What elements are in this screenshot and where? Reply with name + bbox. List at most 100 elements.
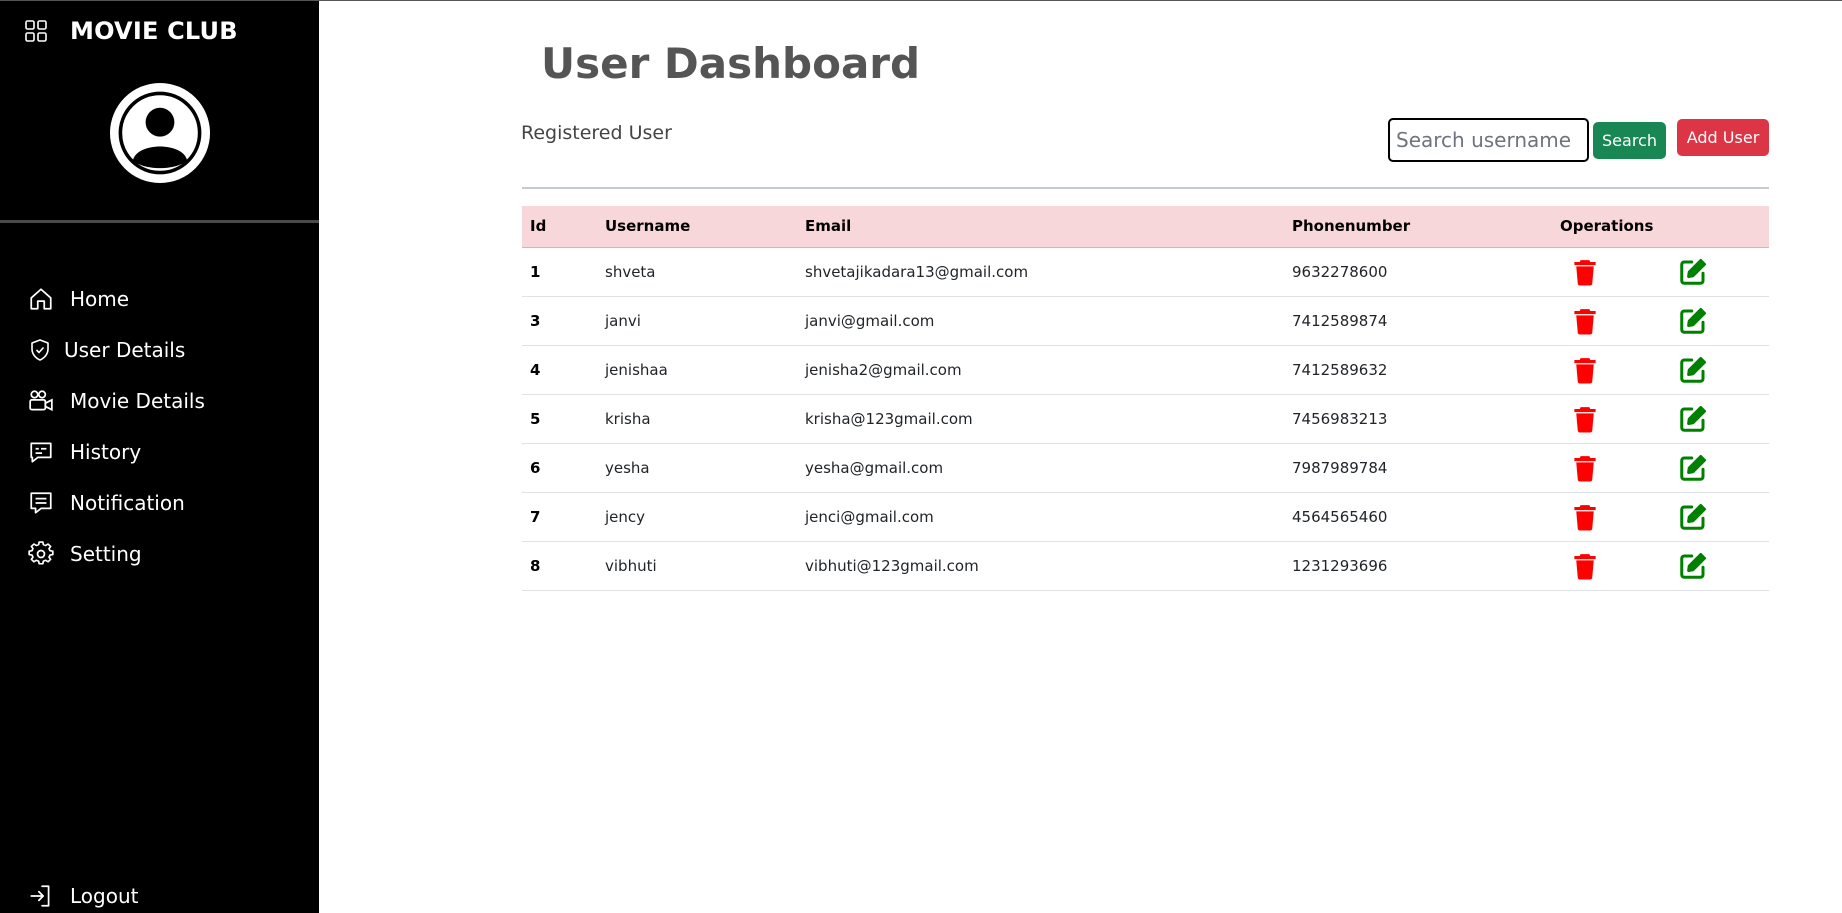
trash-icon[interactable] [1570, 306, 1600, 336]
cell-email: janvi@gmail.com [797, 296, 1284, 346]
cell-email: shvetajikadara13@gmail.com [797, 247, 1284, 297]
cell-id: 7 [522, 492, 597, 542]
sidebar: MOVIE CLUB Home User Details Movie Detai… [0, 1, 319, 913]
cell-id: 8 [522, 541, 597, 591]
cell-phone: 7412589632 [1284, 345, 1552, 395]
column-header-id: Id [522, 206, 597, 248]
trash-icon[interactable] [1570, 355, 1600, 385]
brand-title: MOVIE CLUB [70, 17, 238, 45]
cell-edit [1664, 443, 1769, 493]
column-header-operations: Operations [1552, 206, 1664, 248]
cell-username: janvi [597, 296, 797, 346]
cell-delete [1552, 492, 1664, 542]
cell-username: jency [597, 492, 797, 542]
edit-icon[interactable] [1678, 355, 1708, 385]
table-body: 1 shveta shvetajikadara13@gmail.com 9632278… [522, 247, 1769, 591]
cell-username: jenishaa [597, 345, 797, 395]
sidebar-item-label: Setting [70, 542, 142, 566]
trash-icon[interactable] [1570, 453, 1600, 483]
table-row: 7 jency jenci@gmail.com 4564565460 [522, 492, 1769, 542]
trash-icon[interactable] [1570, 502, 1600, 532]
edit-icon[interactable] [1678, 453, 1708, 483]
cell-edit [1664, 492, 1769, 542]
cell-id: 6 [522, 443, 597, 493]
cell-edit [1664, 394, 1769, 444]
edit-icon[interactable] [1678, 257, 1708, 287]
cell-phone: 9632278600 [1284, 247, 1552, 297]
cell-delete [1552, 345, 1664, 395]
cell-username: vibhuti [597, 541, 797, 591]
cell-username: krisha [597, 394, 797, 444]
table-header-row: Id Username Email Phonenumber Operations [522, 206, 1769, 248]
cell-email: vibhuti@123gmail.com [797, 541, 1284, 591]
edit-icon[interactable] [1678, 502, 1708, 532]
search-button[interactable]: Search [1593, 122, 1666, 159]
cell-edit [1664, 296, 1769, 346]
cell-edit [1664, 541, 1769, 591]
sidebar-item-label: Home [70, 287, 130, 311]
section-subtitle: Registered User [521, 122, 672, 144]
camera-reels-icon [29, 390, 53, 412]
cell-email: yesha@gmail.com [797, 443, 1284, 493]
trash-icon[interactable] [1570, 257, 1600, 287]
trash-icon[interactable] [1570, 551, 1600, 581]
cell-id: 4 [522, 345, 597, 395]
sidebar-item-label: Notification [70, 491, 185, 515]
add-user-button[interactable]: Add User [1677, 119, 1769, 156]
table-row: 4 jenishaa jenisha2@gmail.com 7412589632 [522, 345, 1769, 395]
table-row: 5 krisha krisha@123gmail.com 7456983213 [522, 394, 1769, 444]
table-row: 1 shveta shvetajikadara13@gmail.com 9632278… [522, 247, 1769, 297]
trash-icon[interactable] [1570, 404, 1600, 434]
table-row: 8 vibhuti vibhuti@123gmail.com 1231293696 [522, 541, 1769, 591]
sidebar-item-setting[interactable]: Setting [28, 537, 142, 571]
sidebar-item-label: History [70, 440, 142, 464]
cell-delete [1552, 541, 1664, 591]
sidebar-item-home[interactable]: Home [28, 282, 129, 316]
cell-phone: 7412589874 [1284, 296, 1552, 346]
gear-icon [28, 541, 54, 565]
cell-email: krisha@123gmail.com [797, 394, 1284, 444]
logout-label: Logout [70, 884, 139, 908]
sidebar-item-notification[interactable]: Notification [28, 486, 185, 520]
user-circle-icon [118, 91, 202, 175]
cell-delete [1552, 443, 1664, 493]
cell-edit [1664, 345, 1769, 395]
logout-icon [30, 885, 50, 907]
brand[interactable]: MOVIE CLUB [24, 17, 238, 45]
table-row: 3 janvi janvi@gmail.com 7412589874 [522, 296, 1769, 346]
home-icon [30, 288, 52, 310]
cell-email: jenisha2@gmail.com [797, 345, 1284, 395]
cell-id: 3 [522, 296, 597, 346]
cell-id: 5 [522, 394, 597, 444]
sidebar-item-movie-details[interactable]: Movie Details [28, 384, 205, 418]
cell-email: jenci@gmail.com [797, 492, 1284, 542]
page-title: User Dashboard [541, 39, 921, 88]
cell-phone: 7456983213 [1284, 394, 1552, 444]
edit-icon[interactable] [1678, 306, 1708, 336]
search-input[interactable] [1388, 118, 1589, 162]
column-header-phone: Phonenumber [1284, 206, 1552, 248]
cell-phone: 4564565460 [1284, 492, 1552, 542]
cell-username: yesha [597, 443, 797, 493]
table-row: 6 yesha yesha@gmail.com 7987989784 [522, 443, 1769, 493]
cell-delete [1552, 247, 1664, 297]
column-header-email: Email [797, 206, 1284, 248]
sidebar-item-history[interactable]: History [28, 435, 141, 469]
cell-id: 1 [522, 247, 597, 297]
avatar [110, 83, 210, 183]
divider [522, 187, 1769, 189]
edit-icon[interactable] [1678, 551, 1708, 581]
cell-phone: 1231293696 [1284, 541, 1552, 591]
sidebar-divider [0, 220, 319, 223]
cell-edit [1664, 247, 1769, 297]
chat-text-icon [30, 442, 52, 463]
cell-username: shveta [597, 247, 797, 297]
logout-button[interactable]: Logout [28, 879, 138, 913]
column-header-username: Username [597, 206, 797, 248]
edit-icon[interactable] [1678, 404, 1708, 434]
shield-check-icon [31, 339, 49, 361]
cell-phone: 7987989784 [1284, 443, 1552, 493]
sidebar-item-label: Movie Details [70, 389, 205, 413]
sidebar-item-user-details[interactable]: User Details [28, 333, 185, 367]
cell-delete [1552, 394, 1664, 444]
